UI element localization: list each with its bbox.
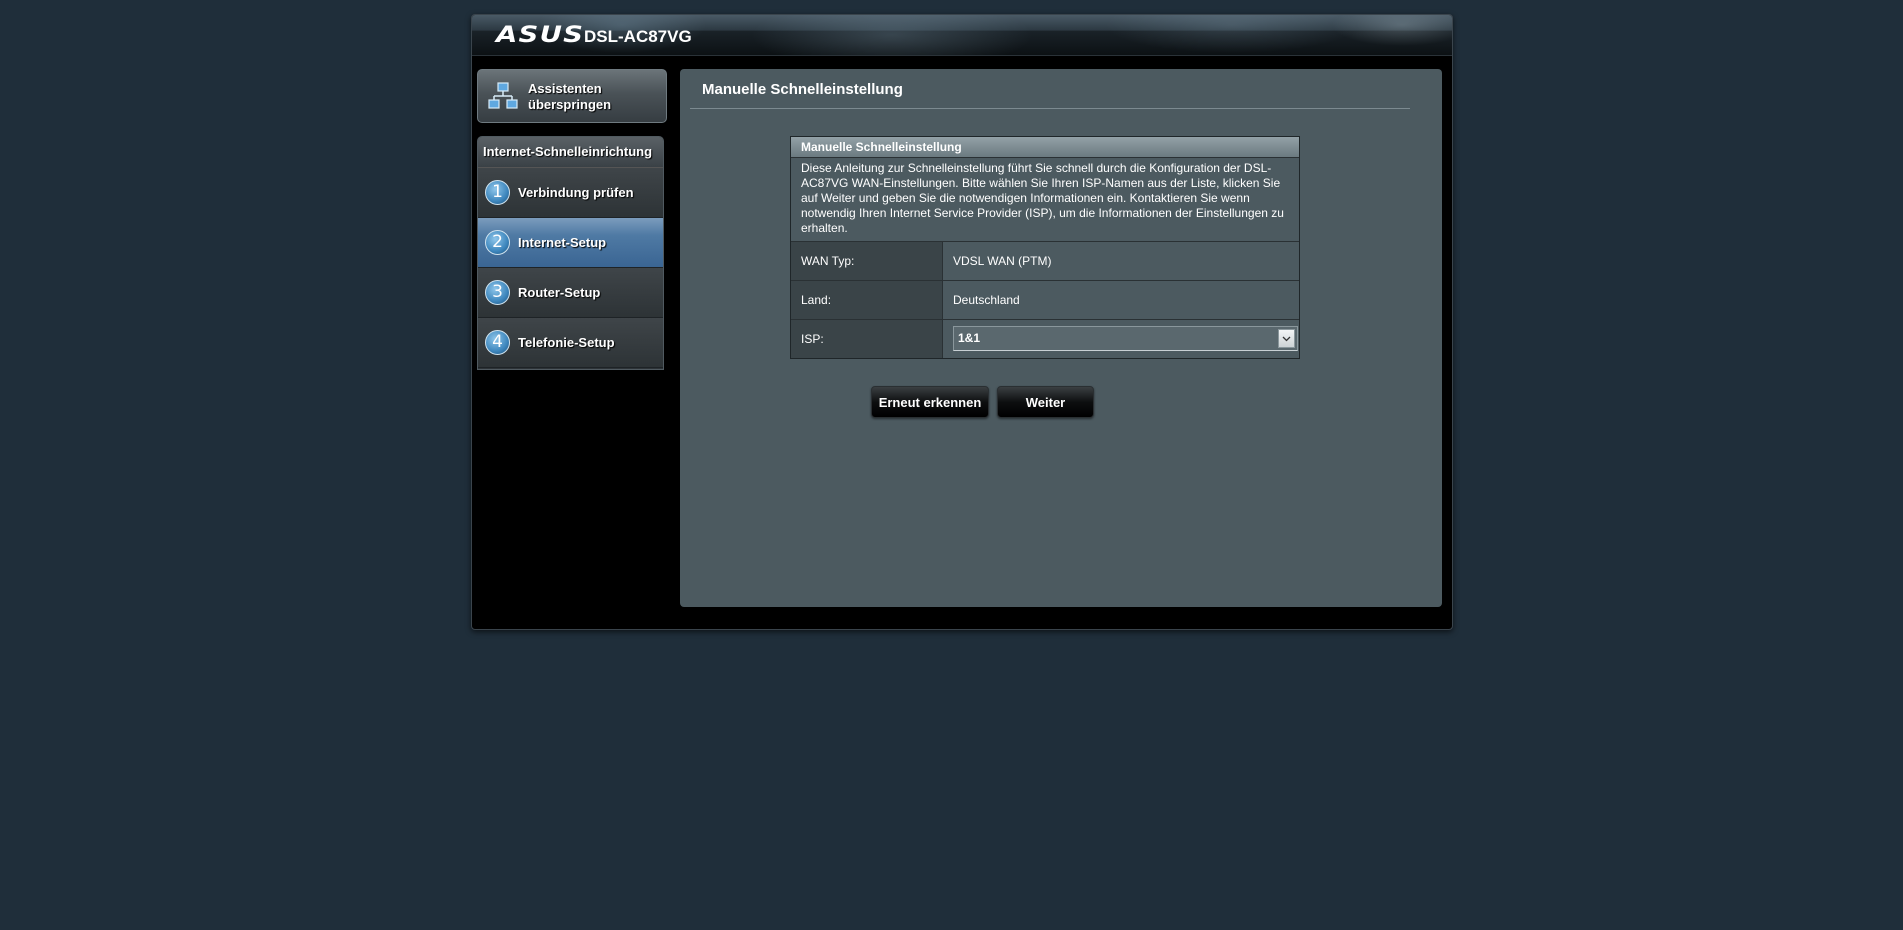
page-title: Manuelle Schnelleinstellung [702, 81, 903, 98]
step-label: Router-Setup [518, 284, 601, 300]
table-row-wan-type: WAN Typ: VDSL WAN (PTM) [791, 242, 1299, 281]
model-name: DSL-AC87VG [584, 27, 692, 46]
table-row-isp: ISP: 1&1 [791, 320, 1299, 358]
step-verbindung-pruefen[interactable]: 1 Verbindung prüfen [478, 168, 663, 218]
wan-type-value: VDSL WAN (PTM) [943, 242, 1299, 280]
step-number-icon: 1 [485, 180, 510, 205]
table-header: Manuelle Schnelleinstellung [791, 137, 1299, 158]
settings-table: Manuelle Schnelleinstellung Diese Anleit… [790, 136, 1300, 359]
step-label: Internet-Setup [518, 234, 607, 250]
next-button[interactable]: Weiter [997, 386, 1094, 418]
asus-logo: ASUS [496, 23, 585, 48]
step-label: Telefonie-Setup [518, 334, 615, 350]
wizard-menu-title: Internet-Schnelleinrichtung [478, 137, 663, 168]
chevron-down-icon[interactable] [1278, 329, 1295, 348]
table-row-country: Land: Deutschland [791, 281, 1299, 320]
step-internet-setup[interactable]: 2 Internet-Setup [478, 218, 663, 268]
step-number-icon: 2 [485, 230, 510, 255]
isp-select[interactable]: 1&1 [953, 326, 1298, 351]
step-telefonie-setup[interactable]: 4 Telefonie-Setup [478, 318, 663, 368]
header-bar: ASUS DSL-AC87VG [472, 15, 1452, 56]
isp-label: ISP: [791, 320, 943, 358]
country-label: Land: [791, 281, 943, 319]
content-panel: Manuelle Schnelleinstellung Manuelle Sch… [680, 69, 1442, 607]
instructions-text: Diese Anleitung zur Schnelleinstellung f… [791, 158, 1299, 242]
redetect-button[interactable]: Erneut erkennen [871, 386, 989, 418]
wizard-menu: Internet-Schnelleinrichtung 1 Verbindung… [477, 136, 664, 370]
skip-wizard-label: Assistenten überspringen [528, 81, 612, 112]
router-window: ASUS DSL-AC87VG Assistenten überspringen… [471, 14, 1453, 630]
step-number-icon: 3 [485, 280, 510, 305]
skip-wizard-button[interactable]: Assistenten überspringen [477, 69, 667, 123]
isp-cell: 1&1 [943, 320, 1299, 358]
step-label: Verbindung prüfen [518, 184, 634, 200]
step-router-setup[interactable]: 3 Router-Setup [478, 268, 663, 318]
step-number-icon: 4 [485, 330, 510, 355]
country-value: Deutschland [943, 281, 1299, 319]
wan-type-label: WAN Typ: [791, 242, 943, 280]
network-icon [488, 82, 518, 109]
isp-selected-value: 1&1 [958, 331, 981, 345]
title-divider [690, 108, 1410, 109]
